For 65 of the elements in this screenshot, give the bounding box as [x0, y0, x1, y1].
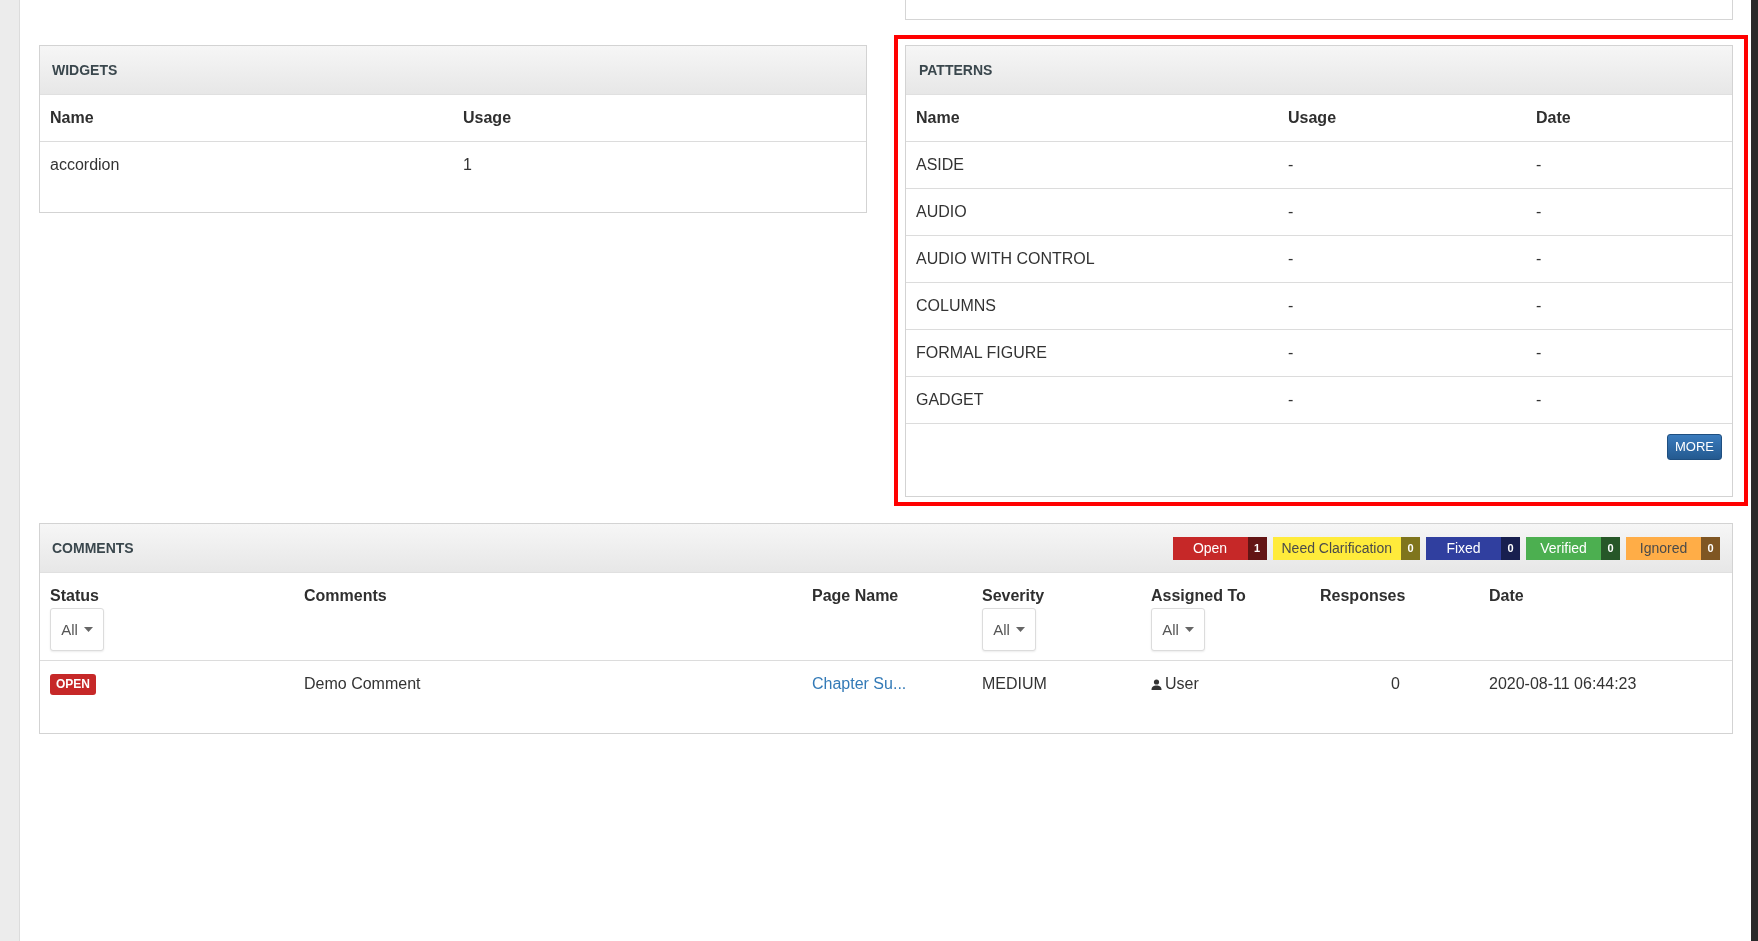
panel-title: COMMENTS: [52, 540, 134, 556]
table-cell: -: [1526, 376, 1732, 423]
filter-count: 0: [1701, 536, 1720, 560]
table-cell: -: [1526, 282, 1732, 330]
caret-icon: [1015, 627, 1025, 632]
filter-label: Fixed: [1445, 538, 1482, 558]
caret-icon: [1184, 627, 1194, 632]
filter-count: 0: [1401, 536, 1420, 560]
table-cell: AUDIO: [906, 188, 1278, 236]
filter-dropdown[interactable]: All: [982, 608, 1036, 651]
table-cell: -: [1526, 329, 1732, 377]
filter-count: 0: [1501, 536, 1520, 560]
column-header: Date: [1526, 95, 1732, 142]
filter-dropdown[interactable]: All: [50, 608, 104, 651]
table-cell: accordion: [40, 141, 453, 188]
status-filter[interactable]: Verified 0: [1526, 536, 1620, 560]
column-header: Assigned To: [1151, 586, 1247, 606]
table-cell: FORMAL FIGURE: [906, 329, 1278, 377]
table-cell: -: [1526, 188, 1732, 236]
table-cell: -: [1278, 376, 1526, 423]
column-header: Page Name: [812, 586, 900, 606]
table-cell: -: [1278, 235, 1526, 283]
column-header: Usage: [1278, 95, 1526, 142]
filter-count: 0: [1601, 536, 1620, 560]
table-cell: AUDIO WITH CONTROL: [906, 235, 1278, 283]
table-cell: MEDIUM: [972, 660, 1141, 708]
table-cell: -: [1526, 235, 1732, 283]
table-cell: -: [1526, 141, 1732, 189]
table-cell: -: [1278, 141, 1526, 189]
table-cell: Demo Comment: [294, 660, 802, 708]
more-button[interactable]: MORE: [1667, 434, 1722, 460]
table-cell: 1: [453, 141, 866, 188]
column-header: Comments: [304, 586, 388, 606]
filter-label: Open: [1191, 538, 1229, 558]
status-filter[interactable]: Ignored 0: [1626, 536, 1720, 560]
column-header: Name: [40, 95, 453, 142]
status-badge: OPEN: [50, 674, 96, 696]
filter-dropdown[interactable]: All: [1151, 608, 1205, 651]
column-header: Severity: [982, 586, 1046, 606]
filter-count: 1: [1247, 536, 1267, 560]
filter-label: Verified: [1539, 538, 1588, 558]
status-filter[interactable]: Fixed 0: [1426, 536, 1520, 560]
table-cell: 2020-08-11 06:44:23: [1479, 660, 1732, 708]
column-header: Responses: [1320, 586, 1407, 606]
table-cell: GADGET: [906, 376, 1278, 423]
page-link[interactable]: Chapter Su...: [812, 675, 907, 693]
table-cell: ASIDE: [906, 141, 1278, 189]
caret-icon: [83, 627, 93, 632]
status-filter[interactable]: Need Clarification 0: [1272, 536, 1420, 560]
panel-title: PATTERNS: [919, 62, 993, 78]
column-header: Date: [1489, 586, 1525, 606]
table-cell: -: [1278, 282, 1526, 330]
column-header: Status: [50, 586, 100, 606]
column-header: Name: [906, 95, 1278, 142]
status-filter[interactable]: Open 1: [1172, 536, 1267, 560]
person-icon: [1151, 678, 1162, 690]
filter-label: Need Clarification: [1280, 538, 1393, 558]
table-cell: -: [1278, 329, 1526, 377]
column-header: Usage: [453, 95, 866, 142]
table-cell: -: [1278, 188, 1526, 236]
table-cell: COLUMNS: [906, 282, 1278, 330]
filter-label: Ignored: [1638, 538, 1689, 558]
panel-title: WIDGETS: [52, 62, 118, 78]
table-cell: 0: [1391, 675, 1400, 693]
assignee-name: User: [1165, 674, 1199, 694]
